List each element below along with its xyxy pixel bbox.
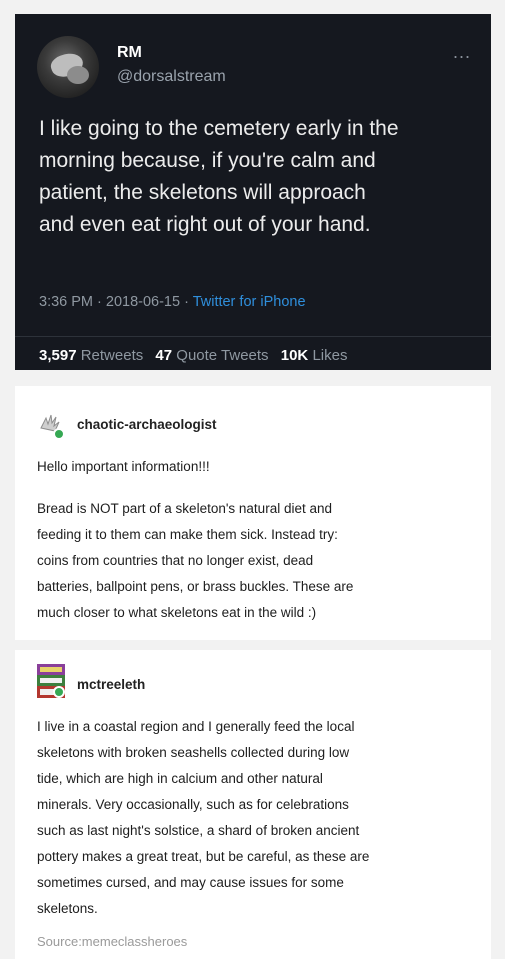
tweet-text-line: patient, the skeletons will approach xyxy=(39,181,366,204)
retweets-count: 3,597 xyxy=(39,347,77,364)
post-line: skeletons with broken seashells collecte… xyxy=(37,745,350,760)
likes-count: 10K xyxy=(280,347,309,364)
post-line: such as last night's solstice, a shard o… xyxy=(37,823,360,838)
online-badge-icon xyxy=(53,686,65,698)
post-line: tide, which are high in calcium and othe… xyxy=(37,771,323,786)
post-body: I live in a coastal region and I general… xyxy=(37,714,477,922)
reblog-post-mctreeleth: mctreeleth I live in a coastal region an… xyxy=(15,650,491,959)
quote-tweets-count: 47 xyxy=(155,347,173,364)
source-credit: Source:memeclassheroes xyxy=(37,934,188,949)
post-greeting: Hello important information!!! xyxy=(37,459,210,474)
post-line: sometimes cursed, and may cause issues f… xyxy=(37,875,344,890)
user-avatar[interactable] xyxy=(37,36,99,98)
post-line: feeding it to them can make them sick. I… xyxy=(37,527,338,542)
quote-tweets-stat[interactable]: 47 Quote Tweets xyxy=(155,347,268,364)
post-body: Bread is NOT part of a skeleton's natura… xyxy=(37,496,477,626)
post-line: batteries, ballpoint pens, or brass buck… xyxy=(37,579,354,594)
tweet-display-name[interactable]: RM xyxy=(117,44,142,62)
tweet-timestamp[interactable]: 3:36 PM · 2018-06-15 · xyxy=(39,294,193,310)
likes-stat[interactable]: 10K Likes xyxy=(281,347,348,364)
post-line: much closer to what skeletons eat in the… xyxy=(37,605,317,620)
tweet-stats: 3,597 Retweets 47 Quote Tweets 10K Likes xyxy=(39,347,347,364)
retweets-stat[interactable]: 3,597 Retweets xyxy=(39,347,143,364)
tweet-handle[interactable]: @dorsalstream xyxy=(117,68,226,86)
post-line: pottery makes a great treat, but be care… xyxy=(37,849,370,864)
tweet-meta: 3:36 PM · 2018-06-15 · Twitter for iPhon… xyxy=(39,294,306,310)
reblog-post-chaotic-archaeologist: chaotic-archaeologist Hello important in… xyxy=(15,386,491,640)
online-badge-icon xyxy=(53,428,65,440)
quote-tweets-label: Quote Tweets xyxy=(176,347,269,364)
post-line: I live in a coastal region and I general… xyxy=(37,719,355,734)
post-username[interactable]: mctreeleth xyxy=(77,677,145,692)
post-line: skeletons. xyxy=(37,901,98,916)
post-body: Hello important information!!! xyxy=(37,454,477,480)
tweet-text: I like going to the cemetery early in th… xyxy=(39,113,484,241)
tweet-card: RM @dorsalstream ... I like going to the… xyxy=(15,14,491,370)
divider xyxy=(15,336,491,337)
post-username[interactable]: chaotic-archaeologist xyxy=(77,417,217,432)
tweet-text-line: and even eat right out of your hand. xyxy=(39,213,371,236)
post-line: minerals. Very occasionally, such as for… xyxy=(37,797,349,812)
more-options-icon[interactable]: ... xyxy=(453,42,471,63)
tweet-text-line: morning because, if you're calm and xyxy=(39,149,376,172)
likes-label: Likes xyxy=(312,347,348,364)
retweets-label: Retweets xyxy=(80,347,144,364)
post-line: coins from countries that no longer exis… xyxy=(37,553,314,568)
post-line: Bread is NOT part of a skeleton's natura… xyxy=(37,501,332,516)
tweet-text-line: I like going to the cemetery early in th… xyxy=(39,117,399,140)
tweet-source-link[interactable]: Twitter for iPhone xyxy=(193,294,306,310)
